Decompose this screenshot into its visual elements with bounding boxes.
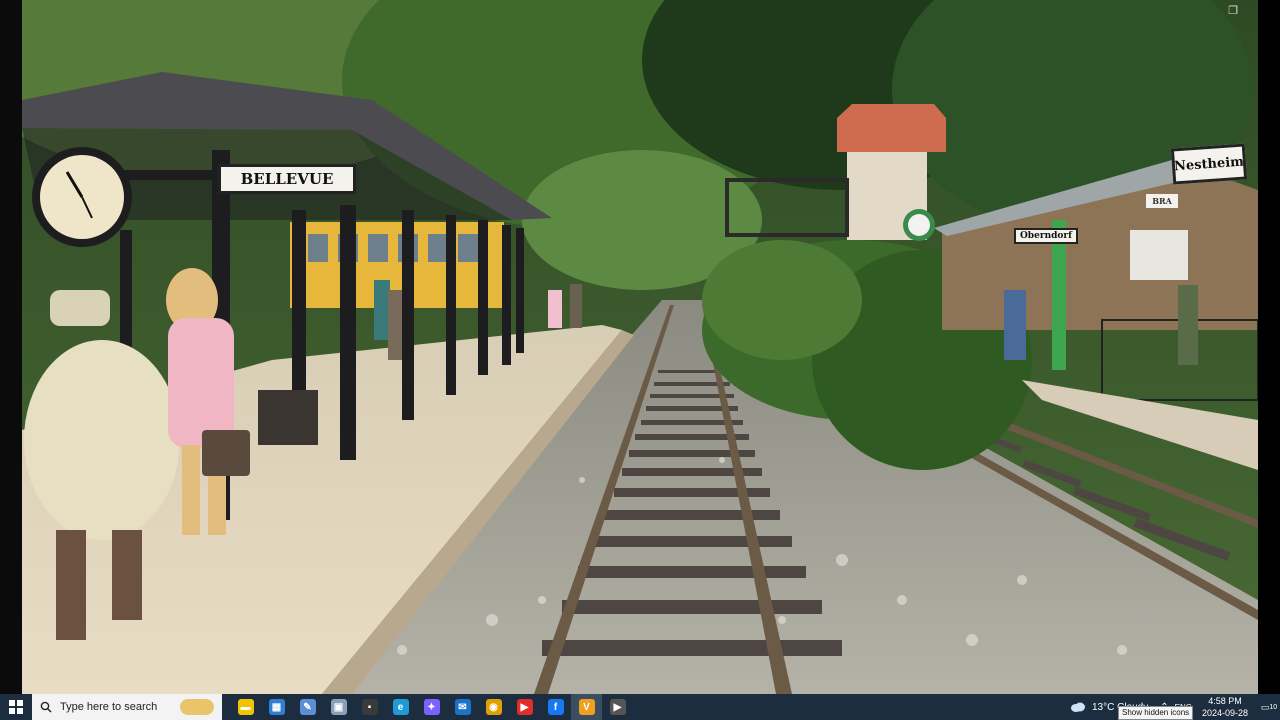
nestheim-sign: Nestheim bbox=[1170, 143, 1248, 185]
oberndorf-sign-text: Oberndorf bbox=[1019, 231, 1073, 241]
edge-icon: e bbox=[392, 699, 409, 715]
mail-icon: ✉ bbox=[454, 699, 471, 715]
taskbar-app-youtube[interactable]: ▶ bbox=[509, 694, 540, 720]
nestheim-sign-text: Nestheim bbox=[1173, 154, 1245, 174]
notes-icon: ✎ bbox=[299, 699, 316, 715]
taskbar: Type here to search ▬▦✎▣▪e✦✉◉▶fV▶ 13°C C… bbox=[0, 694, 1280, 720]
player-icon: ▶ bbox=[609, 699, 626, 715]
scene-illustration bbox=[22, 0, 1258, 694]
clock-time: 4:58 PM bbox=[1208, 696, 1242, 706]
youtube-icon: ▶ bbox=[516, 699, 533, 715]
task-view-icon: ▣ bbox=[330, 699, 347, 715]
taskbar-search-box[interactable]: Type here to search bbox=[32, 694, 222, 720]
search-highlight-icon bbox=[180, 699, 214, 715]
cloud-icon bbox=[1070, 702, 1085, 712]
windows-logo-icon bbox=[9, 700, 23, 714]
search-icon bbox=[40, 701, 52, 713]
file-explorer-icon: ▬ bbox=[237, 699, 254, 715]
bellevue-sign-text: BELLEVUE bbox=[240, 170, 334, 188]
restore-window-icon[interactable]: ❐ bbox=[1226, 5, 1240, 17]
pinned-apps: ▬ ▦ ✎ ▣ ▪ e ✦ ✉ ◉ ▶ f V ▶ bbox=[230, 694, 633, 720]
facebook-icon: f bbox=[547, 699, 564, 715]
bra-sign: BRA bbox=[1146, 194, 1178, 208]
taskbar-app-store[interactable]: ▦ bbox=[261, 694, 292, 720]
start-button[interactable] bbox=[0, 694, 32, 720]
taskbar-app-mail[interactable]: ✉ bbox=[447, 694, 478, 720]
taskbar-app-media[interactable]: ▪ bbox=[354, 694, 385, 720]
notification-count: 10 bbox=[1269, 703, 1278, 711]
copilot-icon: ✦ bbox=[423, 699, 440, 715]
notification-center-button[interactable]: ▭ 10 bbox=[1258, 694, 1280, 720]
taskbar-app-chrome[interactable]: ◉ bbox=[478, 694, 509, 720]
notification-icon: ▭ bbox=[1260, 701, 1270, 712]
taskbar-app-copilot[interactable]: ✦ bbox=[416, 694, 447, 720]
taskbar-app-vegas[interactable]: V bbox=[571, 694, 602, 720]
oberndorf-sign: Oberndorf bbox=[1014, 228, 1078, 244]
clock[interactable]: 4:58 PM 2024-09-28 bbox=[1202, 695, 1248, 719]
taskbar-app-task-view[interactable]: ▣ bbox=[323, 694, 354, 720]
video-viewport[interactable]: BELLEVUE Nestheim Oberndorf BRA ❐ bbox=[0, 0, 1280, 694]
clock-date: 2024-09-28 bbox=[1201, 708, 1248, 718]
taskbar-app-file-explorer[interactable]: ▬ bbox=[230, 694, 261, 720]
search-placeholder: Type here to search bbox=[60, 701, 158, 713]
vegas-icon: V bbox=[578, 699, 595, 715]
show-hidden-icons-tooltip: Show hidden icons bbox=[1118, 706, 1194, 720]
taskbar-app-player[interactable]: ▶ bbox=[602, 694, 633, 720]
taskbar-app-notes[interactable]: ✎ bbox=[292, 694, 323, 720]
store-icon: ▦ bbox=[268, 699, 285, 715]
bra-sign-text: BRA bbox=[1152, 196, 1172, 206]
taskbar-app-edge[interactable]: e bbox=[385, 694, 416, 720]
garden-railway-scene: BELLEVUE Nestheim Oberndorf BRA bbox=[22, 0, 1258, 694]
bellevue-sign: BELLEVUE bbox=[218, 164, 356, 194]
chrome-icon: ◉ bbox=[485, 699, 502, 715]
media-icon: ▪ bbox=[361, 699, 378, 715]
right-border bbox=[1258, 0, 1280, 694]
taskbar-app-facebook[interactable]: f bbox=[540, 694, 571, 720]
